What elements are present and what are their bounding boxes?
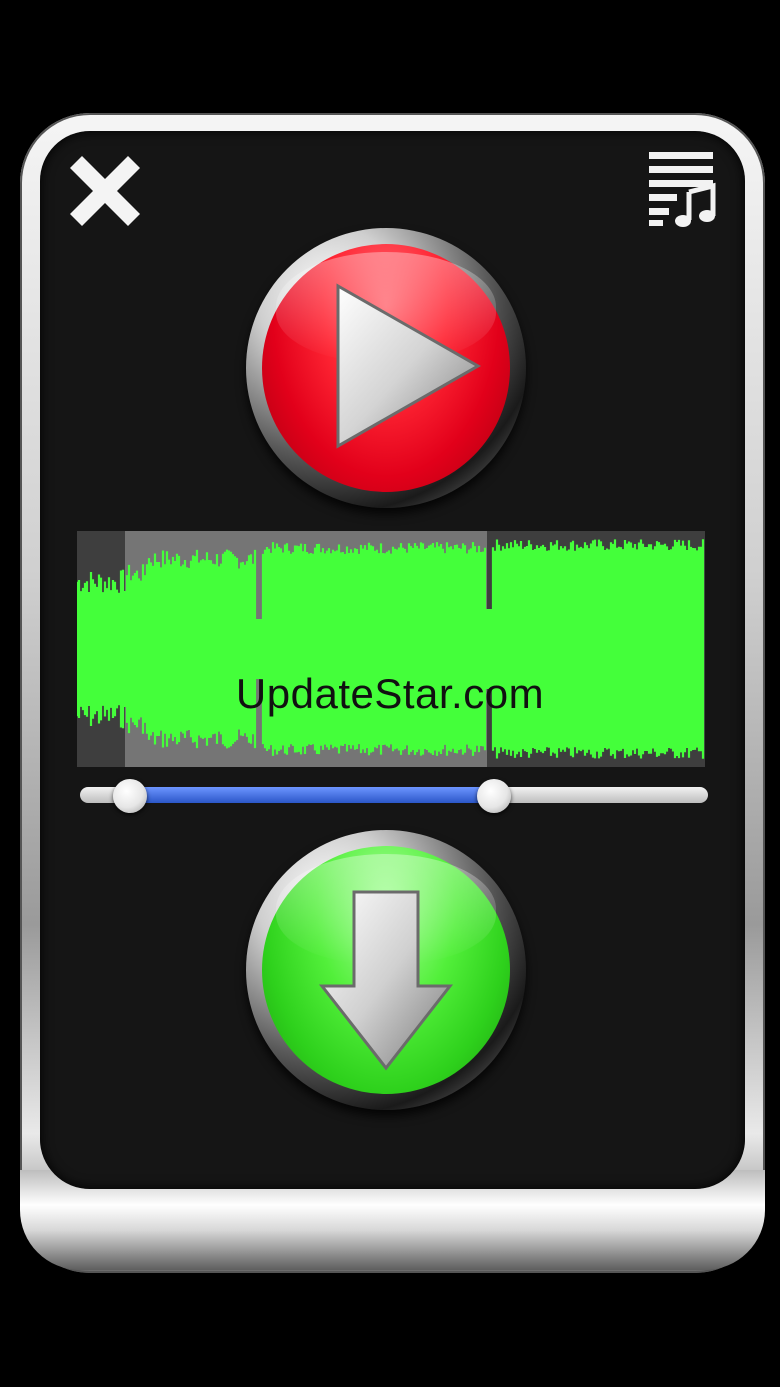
watermark-text: UpdateStar.com [235, 670, 545, 717]
waveform-path [77, 539, 705, 759]
playlist-button[interactable] [645, 150, 721, 230]
download-arrow-icon [318, 890, 454, 1071]
slider-selected-range [130, 787, 495, 803]
waveform-view[interactable] [77, 531, 705, 767]
play-icon [336, 283, 482, 449]
trim-start-handle[interactable] [113, 779, 148, 813]
playlist-music-icon [649, 152, 716, 227]
play-button[interactable] [246, 228, 526, 508]
download-button[interactable] [246, 830, 526, 1110]
close-icon [69, 155, 141, 227]
waveform-graph [77, 539, 705, 759]
trim-range-slider[interactable] [80, 779, 708, 813]
close-button[interactable] [64, 150, 146, 232]
